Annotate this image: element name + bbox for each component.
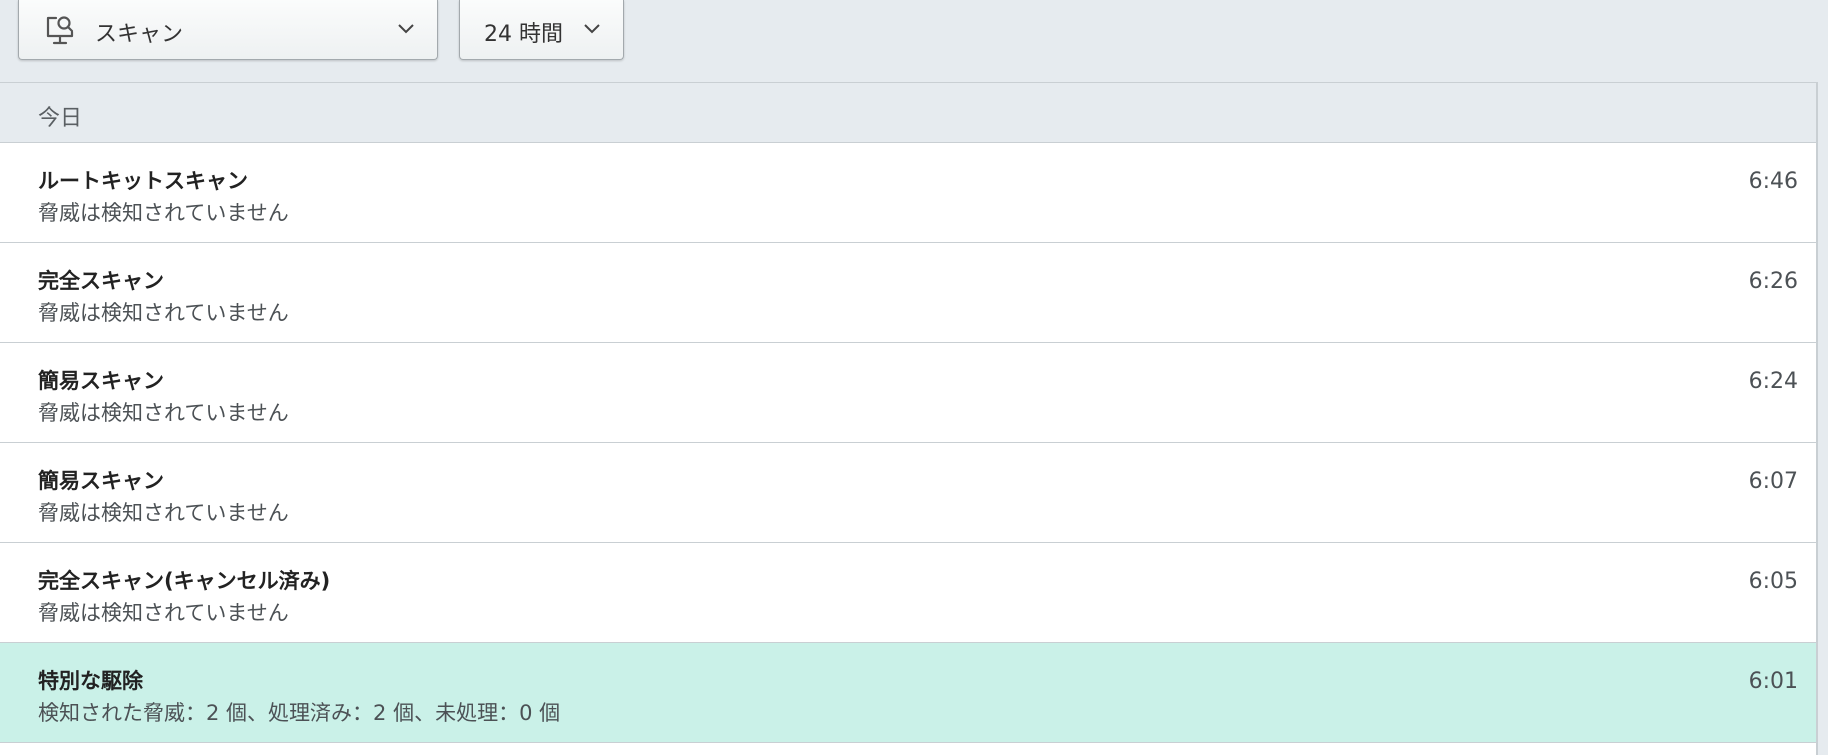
monitor-search-icon xyxy=(46,16,74,45)
scan-type-dropdown[interactable]: スキャン xyxy=(18,0,438,60)
row-time: 6:46 xyxy=(1748,169,1798,194)
row-title: 完全スキャン xyxy=(38,269,164,293)
group-header-label: 今日 xyxy=(38,106,83,131)
history-row[interactable]: ルートキットスキャン 脅威は検知されていません 6:46 xyxy=(0,143,1816,243)
history-row-selected[interactable]: 特別な駆除 検知された脅威：2 個、処理済み：2 個、未処理：0 個 6:01 xyxy=(0,643,1816,743)
scan-history-list: 今日 ルートキットスキャン 脅威は検知されていません 6:46 完全スキャン 脅… xyxy=(0,82,1818,755)
row-title: 簡易スキャン xyxy=(38,369,164,393)
row-time: 6:01 xyxy=(1748,669,1798,694)
group-header-today: 今日 xyxy=(0,83,1816,143)
row-status: 脅威は検知されていません xyxy=(38,201,289,225)
time-range-label: 24 時間 xyxy=(484,22,563,47)
row-title: 簡易スキャン xyxy=(38,469,164,493)
row-time: 6:24 xyxy=(1748,369,1798,394)
row-time: 6:05 xyxy=(1748,569,1798,594)
row-status: 脅威は検知されていません xyxy=(38,501,289,525)
history-row[interactable]: 簡易スキャン 脅威は検知されていません 6:07 xyxy=(0,443,1816,543)
history-row[interactable]: 簡易スキャン 脅威は検知されていません 6:24 xyxy=(0,343,1816,443)
time-range-dropdown[interactable]: 24 時間 xyxy=(459,0,624,60)
row-title: 完全スキャン(キャンセル済み) xyxy=(38,569,331,593)
row-status: 検知された脅威：2 個、処理済み：2 個、未処理：0 個 xyxy=(38,701,561,725)
row-status: 脅威は検知されていません xyxy=(38,601,289,625)
chevron-down-icon xyxy=(398,24,414,34)
scan-type-label: スキャン xyxy=(95,22,184,47)
row-time: 6:07 xyxy=(1748,469,1798,494)
row-status: 脅威は検知されていません xyxy=(38,401,289,425)
chevron-down-icon xyxy=(584,24,600,34)
history-row[interactable]: 完全スキャン 脅威は検知されていません 6:26 xyxy=(0,243,1816,343)
row-title: 特別な駆除 xyxy=(38,669,143,693)
row-time: 6:26 xyxy=(1748,269,1798,294)
row-status: 脅威は検知されていません xyxy=(38,301,289,325)
history-row[interactable]: 完全スキャン(キャンセル済み) 脅威は検知されていません 6:05 xyxy=(0,543,1816,643)
row-title: ルートキットスキャン xyxy=(38,169,248,193)
filter-toolbar: スキャン 24 時間 xyxy=(0,0,1828,82)
